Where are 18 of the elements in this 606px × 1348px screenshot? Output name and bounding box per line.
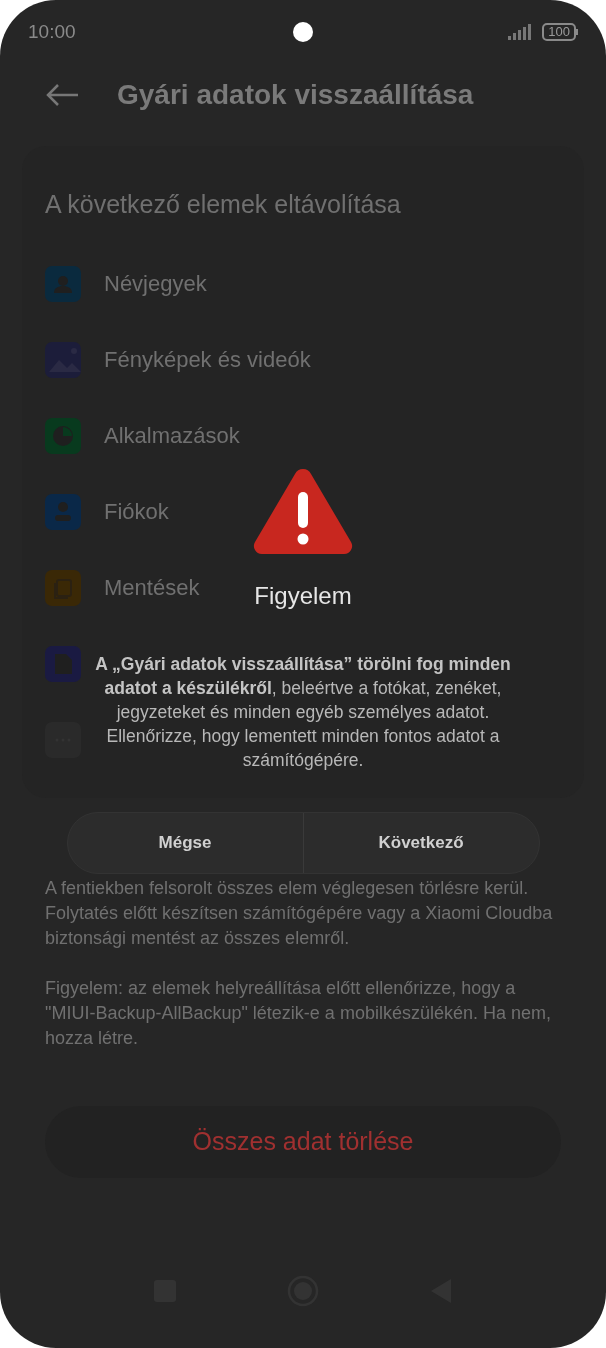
dialog-button[interactable]: Következő — [302, 813, 539, 873]
item-label: Alkalmazások — [104, 422, 240, 450]
status-time: 10:00 — [28, 19, 76, 44]
info-paragraph: A fentiekben felsorolt összes elem véglegesen törlésre kerül. Folytatés előtt készítsen számítógépére vagy a Xiaomi Cloudba biztonsági mentést az összes elemről. — [45, 876, 554, 950]
battery-indicator: 100 — [542, 23, 578, 41]
warning-icon — [253, 468, 353, 554]
card-title: A következő elemek eltávolítása — [45, 189, 402, 220]
item-label: Névjegyek — [104, 270, 207, 298]
item-label: Mentések — [104, 574, 200, 602]
dialog-button[interactable]: Mégse — [67, 813, 303, 873]
item-label: Fényképek és videók — [104, 346, 311, 374]
dialog-message: A „Gyári adatok visszaállítása” törölni fog minden adatot a készülékről, beleértve a fotókat, zenéket, jegyzeteket és minden egyéb személyes adatot. Ellenőrizze, hogy lementett minden fontos adatot a számítógépére. — [94, 653, 512, 772]
back-arrow-icon[interactable] — [45, 83, 79, 107]
info-paragraph: Figyelem: az elemek helyreállítása előtt ellenőrizze, hogy a "MIUI-Backup-AllBackup" létezik-e a mobilkészülékén. Ha nem, hozza létre. — [45, 976, 552, 1050]
camera-hole — [293, 22, 313, 42]
item-label: Fiókok — [104, 498, 169, 526]
dialog-title: Figyelem — [254, 581, 352, 611]
page-title: Gyári adatok visszaállítása — [117, 78, 474, 112]
